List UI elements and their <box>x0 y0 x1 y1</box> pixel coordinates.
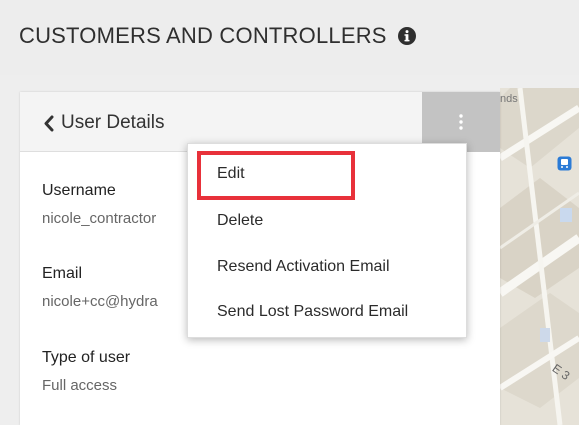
email-label: Email <box>42 265 83 282</box>
user-type-field: Type of user Full access <box>42 349 202 394</box>
email-value: nicole+cc@hydra <box>42 293 158 310</box>
chevron-left-icon <box>44 115 54 131</box>
map-label: nds <box>500 93 518 105</box>
info-circle-icon[interactable] <box>397 26 417 46</box>
menu-item-send-lost-password-email[interactable]: Send Lost Password Email <box>217 303 408 321</box>
map-view[interactable]: nds E 3 <box>500 88 579 425</box>
email-field: Email nicole+cc@hydra <box>42 265 202 310</box>
page-title: CUSTOMERS AND CONTROLLERS <box>19 23 417 49</box>
username-field: Username nicole_contractor <box>42 182 202 227</box>
user-type-value: Full access <box>42 377 118 394</box>
back-label: User Details <box>61 112 165 133</box>
username-value: nicole_contractor <box>42 210 157 227</box>
menu-item-edit[interactable]: Edit <box>217 165 245 183</box>
kebab-vertical-icon <box>459 114 463 130</box>
menu-item-resend-activation-email[interactable]: Resend Activation Email <box>217 258 390 276</box>
page-header: CUSTOMERS AND CONTROLLERS <box>0 0 579 75</box>
back-button[interactable]: User Details <box>43 112 164 134</box>
user-type-label: Type of user <box>42 349 131 366</box>
actions-dropdown-menu: Edit Delete Resend Activation Email Send… <box>187 143 467 338</box>
transit-icon[interactable] <box>557 156 572 171</box>
username-label: Username <box>42 182 116 199</box>
menu-item-delete[interactable]: Delete <box>217 212 263 230</box>
page-title-text: CUSTOMERS AND CONTROLLERS <box>19 23 387 48</box>
